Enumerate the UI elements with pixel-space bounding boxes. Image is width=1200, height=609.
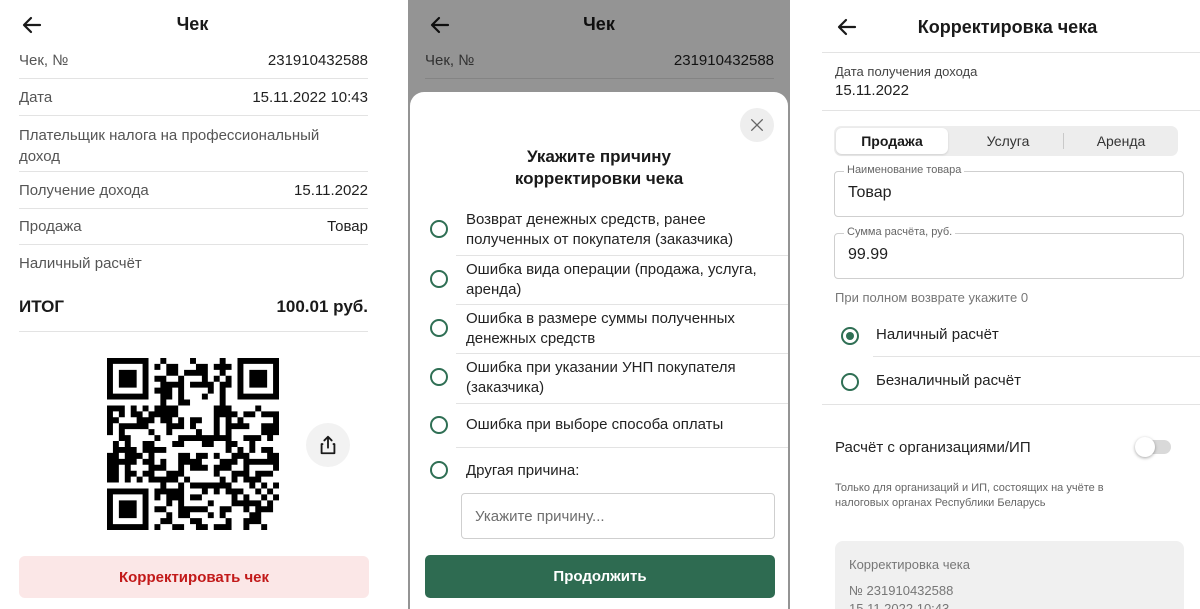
row-label: Продажа	[19, 218, 82, 235]
header: Корректировка чека	[815, 0, 1200, 50]
row-value: 231910432588	[267, 52, 368, 69]
radio-button[interactable]	[430, 270, 448, 288]
tab-sale[interactable]: Продажа	[836, 128, 948, 154]
radio-button[interactable]	[430, 461, 448, 479]
row-income-date: Получение дохода 15.11.2022	[19, 172, 368, 209]
reason-option-label: Ошибка при указании УНП покупателя (зака…	[466, 359, 736, 396]
share-button[interactable]	[306, 423, 350, 467]
reason-option-label: Другая причина:	[466, 462, 580, 479]
reason-option-other[interactable]: Другая причина:	[430, 458, 788, 486]
sheet-title-line: корректировки чека	[514, 169, 684, 188]
total-label: ИТОГ	[19, 297, 65, 316]
reason-option-label: Возврат денежных средств, ранее полученн…	[466, 211, 734, 248]
row-value: 15.11.2022	[294, 182, 368, 199]
divider	[822, 52, 1200, 53]
radio-button[interactable]	[430, 368, 448, 386]
header: Чек	[0, 0, 385, 50]
field-label: Наименование товара	[844, 164, 965, 176]
product-name-field: Наименование товара	[834, 164, 1184, 217]
qr-code-icon	[107, 358, 279, 530]
reason-input[interactable]	[461, 493, 775, 539]
tab-rent[interactable]: Аренда	[1065, 128, 1177, 154]
row-label: Плательщик налога на профессиональный до…	[19, 127, 320, 165]
divider	[456, 255, 788, 256]
radio-button[interactable]	[430, 319, 448, 337]
income-date-label: Дата получения дохода	[835, 64, 978, 79]
row-payment: Наличный расчёт	[19, 245, 368, 282]
sum-hint: При полном возврате укажите 0	[835, 290, 1029, 305]
card-date: 15.11.2022 10:43	[849, 601, 950, 609]
divider	[822, 110, 1200, 111]
org-toggle[interactable]	[1135, 437, 1171, 457]
row-label: Дата	[19, 89, 53, 106]
divider	[456, 447, 788, 448]
total-row: ИТОГ 100.01 руб.	[19, 297, 368, 317]
row-date: Дата 15.11.2022 10:43	[19, 79, 368, 116]
divider	[822, 404, 1200, 405]
close-icon	[751, 119, 763, 131]
row-value: Товар	[327, 218, 368, 235]
payment-option-label: Безналичный расчёт	[876, 372, 1021, 389]
reason-option[interactable]: Ошибка при указании УНП покупателя (зака…	[430, 357, 788, 405]
continue-button[interactable]: Продолжить	[425, 555, 775, 598]
divider	[19, 331, 368, 332]
total-value: 100.01 руб.	[276, 297, 368, 316]
divider	[873, 356, 1200, 357]
card-number: № 231910432588	[849, 583, 954, 598]
correction-summary-card: Корректировка чека № 231910432588 15.11.…	[835, 541, 1184, 609]
toggle-knob	[1135, 437, 1155, 457]
reason-option-label: Ошибка при выборе способа оплаты	[466, 416, 724, 433]
share-icon	[320, 435, 336, 455]
card-title: Корректировка чека	[849, 557, 970, 572]
reason-option[interactable]: Ошибка при выборе способа оплаты	[430, 412, 788, 448]
tab-service[interactable]: Услуга	[952, 128, 1064, 154]
product-name-input[interactable]	[848, 184, 1168, 202]
payment-option-cashless[interactable]: Безналичный расчёт	[841, 372, 1193, 403]
field-label: Сумма расчёта, руб.	[844, 226, 956, 238]
reason-option[interactable]: Ошибка вида операции (продажа, услуга, а…	[430, 259, 788, 307]
sheet-title-line: Укажите причину	[526, 147, 672, 166]
radio-button[interactable]	[430, 416, 448, 434]
row-label: Чек, №	[19, 52, 69, 69]
reason-option[interactable]: Ошибка в размере суммы полученных денежн…	[430, 308, 788, 356]
sheet-title: Укажите причину корректировки чека	[410, 146, 788, 190]
page-title: Чек	[176, 14, 209, 34]
page-title: Корректировка чека	[917, 17, 1098, 37]
row-label: Наличный расчёт	[19, 255, 142, 272]
row-label: Получение дохода	[19, 182, 149, 199]
correction-screen: Корректировка чека Дата получения дохода…	[815, 0, 1200, 609]
row-receipt-number: Чек, № 231910432588	[19, 52, 368, 79]
reason-option[interactable]: Возврат денежных средств, ранее полученн…	[430, 209, 788, 257]
org-toggle-label: Расчёт с организациями/ИП	[835, 439, 1031, 456]
radio-button[interactable]	[841, 327, 859, 345]
row-payer: Плательщик налога на профессиональный до…	[19, 116, 368, 172]
divider	[456, 304, 788, 305]
radio-button[interactable]	[430, 220, 448, 238]
income-date-value: 15.11.2022	[835, 82, 909, 99]
receipt-screen: Чек Чек, № 231910432588 Дата 15.11.2022 …	[0, 0, 385, 609]
payment-option-cash[interactable]: Наличный расчёт	[841, 326, 1193, 363]
org-note: Только для организаций и ИП, состоящих н…	[835, 482, 1104, 509]
reason-screen: Чек Чек, № 231910432588 Укажите причину …	[408, 0, 790, 609]
reason-option-label: Ошибка в размере суммы полученных денежн…	[466, 310, 735, 347]
divider	[456, 403, 788, 404]
payment-option-label: Наличный расчёт	[876, 326, 999, 343]
radio-button[interactable]	[841, 373, 859, 391]
row-sale: Продажа Товар	[19, 209, 368, 245]
sum-field: Сумма расчёта, руб.	[834, 226, 1184, 279]
divider	[456, 353, 788, 354]
correct-receipt-button[interactable]: Корректировать чек	[19, 556, 369, 598]
reason-option-label: Ошибка вида операции (продажа, услуга, а…	[466, 261, 757, 298]
bottom-sheet: Укажите причину корректировки чека Возвр…	[410, 92, 788, 609]
sum-input[interactable]	[848, 246, 1168, 264]
row-value: 15.11.2022 10:43	[252, 89, 368, 106]
close-button[interactable]	[740, 108, 774, 142]
operation-type-tabs: Продажа Услуга Аренда	[834, 126, 1178, 156]
